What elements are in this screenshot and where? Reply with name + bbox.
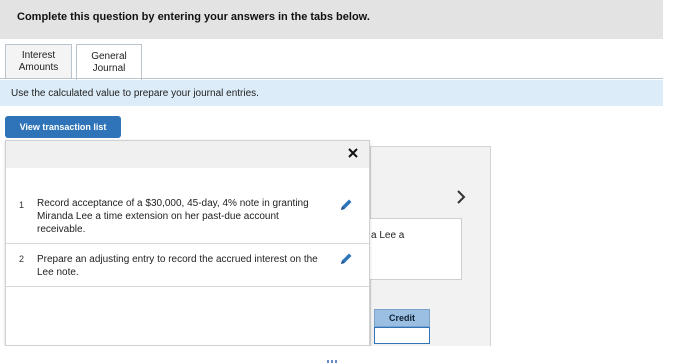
credit-column-header: Credit [374,309,430,327]
question-instruction: Complete this question by entering your … [17,11,370,23]
pencil-icon[interactable] [338,197,354,213]
more-icon [327,360,339,363]
tab-label-line2: Amounts [18,62,59,73]
transaction-number: 2 [19,254,25,264]
transaction-item: 2 Prepare an adjusting entry to record t… [6,244,369,287]
instruction-banner: Use the calculated value to prepare your… [0,80,663,106]
tab-general-journal[interactable]: General Journal [76,44,142,80]
instruction-text: Use the calculated value to prepare your… [11,88,259,99]
tab-label-line1: Interest [21,50,56,61]
popup-header [6,141,369,168]
journal-description-fragment: a Lee a [371,230,405,241]
transaction-list-popup: 1 Record acceptance of a $30,000, 45-day… [5,140,370,346]
transaction-text: Record acceptance of a $30,000, 45-day, … [37,198,309,235]
tab-label-line1: General [91,50,127,62]
transaction-item: 1 Record acceptance of a $30,000, 45-day… [6,197,369,244]
transaction-text: Prepare an adjusting entry to record the… [37,254,318,278]
view-transaction-list-button[interactable]: View transaction list [5,116,121,138]
transaction-number: 1 [19,200,25,210]
credit-input-cell[interactable] [374,327,430,344]
close-icon[interactable] [348,146,358,161]
question-header: Complete this question by entering your … [0,0,663,39]
page-footer [0,346,700,364]
tab-label-line2: Journal [92,62,126,74]
chevron-right-icon[interactable] [456,190,466,209]
pencil-icon[interactable] [338,251,354,267]
journal-description-box [370,218,462,280]
tab-interest-amounts[interactable]: Interest Amounts [5,44,72,79]
tab-divider [0,78,663,79]
